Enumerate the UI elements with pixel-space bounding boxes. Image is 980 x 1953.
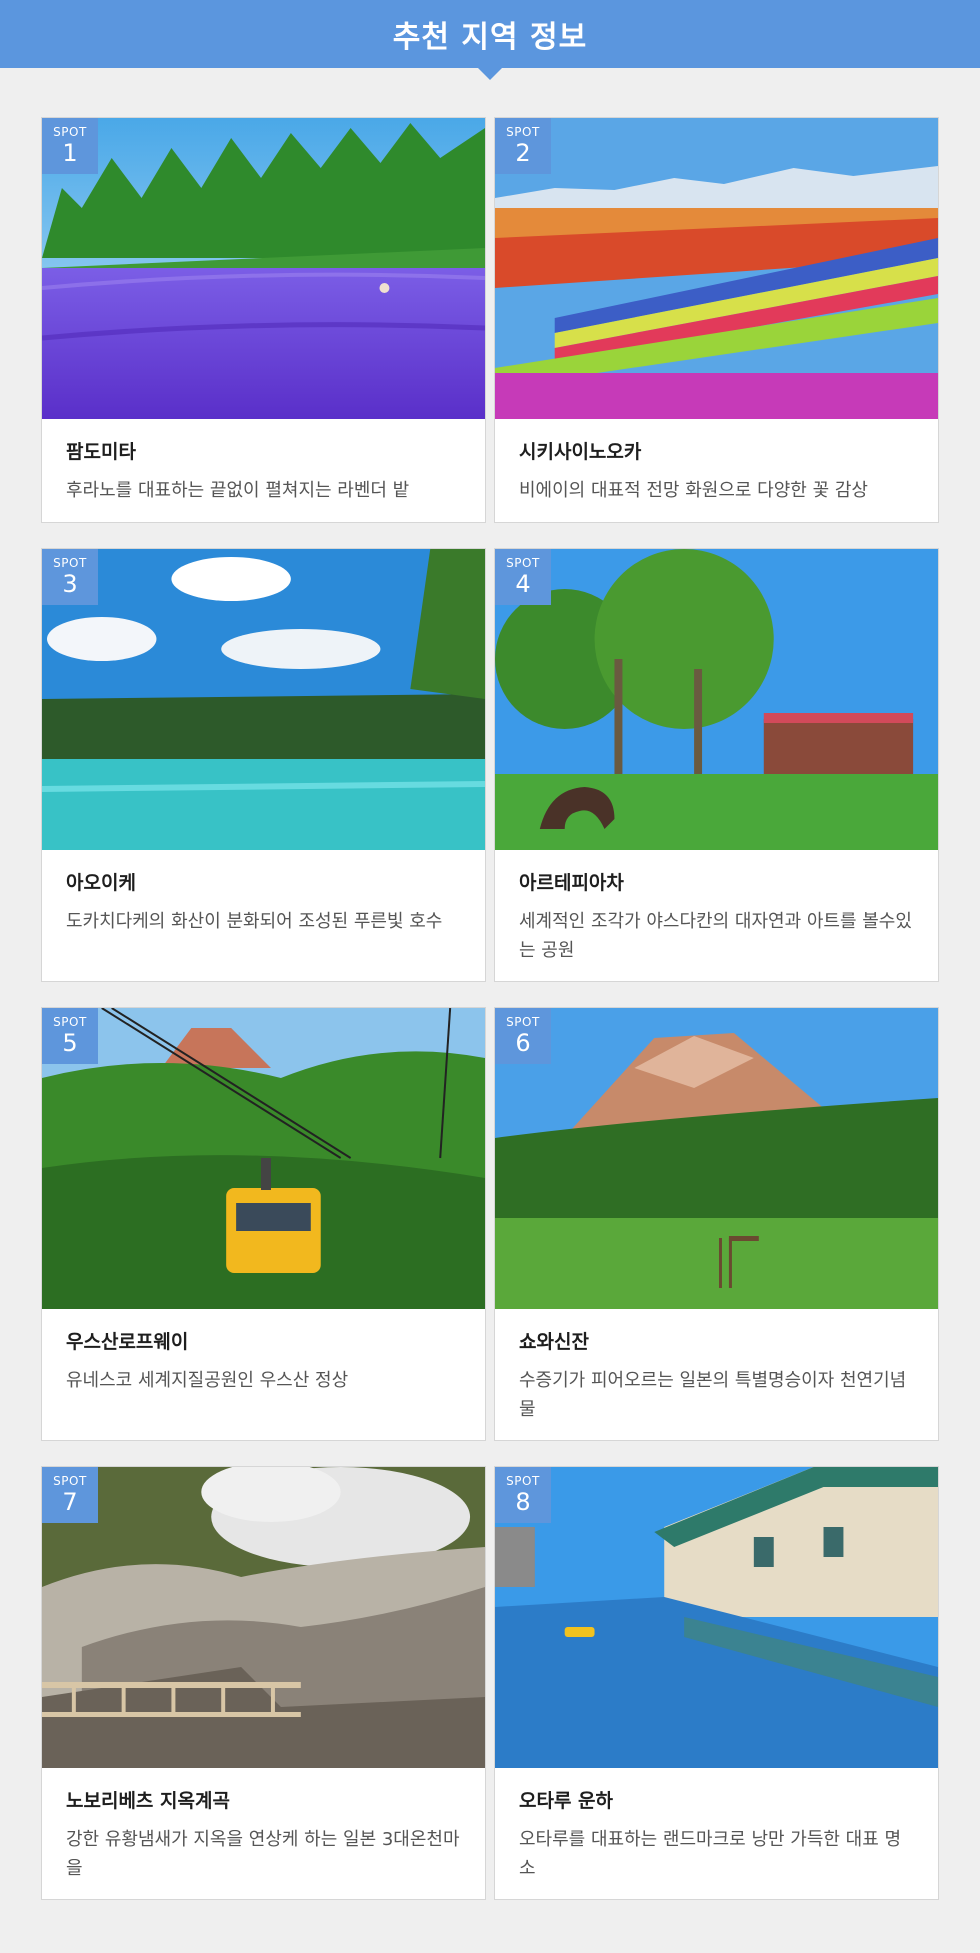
page-title: 추천 지역 정보: [392, 20, 588, 55]
spot-description: 강한 유황냄새가 지옥을 연상케 하는 일본 3대온천마을: [66, 1829, 460, 1879]
spot-card-5[interactable]: SPOT 5 우스산로프웨이 유네스코 세계지질공원인 우스산 정상: [41, 1007, 486, 1441]
spot-badge: SPOT 4: [495, 549, 551, 605]
spot-badge: SPOT 1: [42, 118, 98, 174]
spot-card-1[interactable]: SPOT 1 팜도미타 후라노를 대표하는 끝없이 펼쳐지는 라벤더 밭: [41, 117, 486, 523]
spot-description: 비에이의 대표적 전망 화원으로 다양한 꽃 감상: [519, 480, 868, 501]
spot-description: 오타루를 대표하는 랜드마크로 낭만 가득한 대표 명소: [519, 1829, 902, 1879]
spot-card-6[interactable]: SPOT 6 쇼와신잔 수증기가 피어오르는 일본의 특별명승이자 천연기념물: [494, 1007, 939, 1441]
spot-card-2[interactable]: SPOT 2 시키사이노오카 비에이의 대표적 전망 화원으로 다양한 꽃 감상: [494, 117, 939, 523]
header-pointer-arrow: [478, 68, 502, 80]
spot-name: 우스산로프웨이: [66, 1331, 189, 1353]
spot-card-8[interactable]: SPOT 8 오타루 운하 오타루를 대표하는 랜드마크로 낭만 가득한 대표 …: [494, 1466, 939, 1900]
spot-name: 시키사이노오카: [519, 441, 642, 463]
spot-photo-ropeway: SPOT 5: [42, 1008, 485, 1309]
spot-badge: SPOT 7: [42, 1467, 98, 1523]
spot-grid: SPOT 1 팜도미타 후라노를 대표하는 끝없이 펼쳐지는 라벤더 밭 SPO…: [41, 117, 939, 1900]
spot-photo-hell-valley: SPOT 7: [42, 1467, 485, 1768]
spot-card-7[interactable]: SPOT 7 노보리베츠 지옥계곡 강한 유황냄새가 지옥을 연상케 하는 일본…: [41, 1466, 486, 1900]
spot-photo-otaru-canal: SPOT 8: [495, 1467, 938, 1768]
spot-badge: SPOT 2: [495, 118, 551, 174]
spot-description: 후라노를 대표하는 끝없이 펼쳐지는 라벤더 밭: [66, 480, 410, 501]
spot-badge: SPOT 6: [495, 1008, 551, 1064]
spot-name: 팜도미타: [66, 441, 136, 463]
spot-card-3[interactable]: SPOT 3 아오이케 도카치다케의 화산이 분화되어 조성된 푸른빛 호수: [41, 548, 486, 982]
spot-photo-flower-hill: SPOT 2: [495, 118, 938, 419]
spot-badge: SPOT 3: [42, 549, 98, 605]
page-header: 추천 지역 정보: [0, 0, 980, 80]
spot-description: 도카치다케의 화산이 분화되어 조성된 푸른빛 호수: [66, 911, 443, 932]
spot-photo-blue-pond: SPOT 3: [42, 549, 485, 850]
spot-name: 아오이케: [66, 872, 136, 894]
spot-name: 쇼와신잔: [519, 1331, 589, 1353]
spot-photo-art-park: SPOT 4: [495, 549, 938, 850]
spot-photo-lavender-field: SPOT 1: [42, 118, 485, 419]
spot-name: 노보리베츠 지옥계곡: [66, 1790, 230, 1812]
spot-name: 오타루 운하: [519, 1790, 614, 1812]
spot-description: 세계적인 조각가 야스다칸의 대자연과 아트를 볼수있는 공원: [519, 911, 912, 961]
spot-description: 수증기가 피어오르는 일본의 특별명승이자 천연기념물: [519, 1370, 907, 1420]
spot-badge: SPOT 5: [42, 1008, 98, 1064]
spot-badge: SPOT 8: [495, 1467, 551, 1523]
spot-photo-showa-shinzan: SPOT 6: [495, 1008, 938, 1309]
spot-description: 유네스코 세계지질공원인 우스산 정상: [66, 1370, 349, 1391]
spot-name: 아르테피아차: [519, 872, 624, 894]
spot-card-4[interactable]: SPOT 4 아르테피아차 세계적인 조각가 야스다칸의 대자연과 아트를 볼수…: [494, 548, 939, 982]
